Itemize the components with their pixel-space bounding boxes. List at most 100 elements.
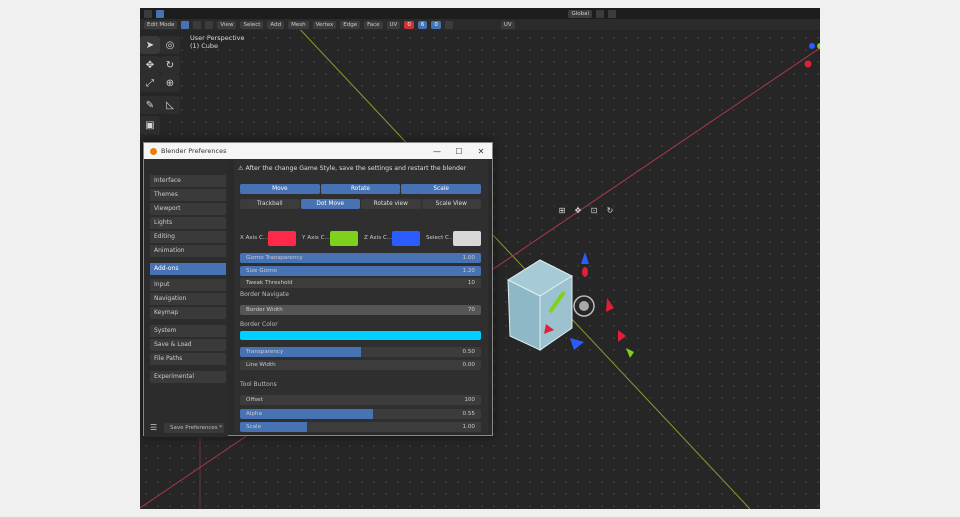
rotate-button[interactable]: Rotate: [320, 184, 401, 194]
navigation-mode-buttons: Trackball Dot Move Rotate view Scale View: [240, 199, 481, 209]
sidebar-item-input[interactable]: Input: [150, 279, 226, 291]
scale-button[interactable]: Scale: [401, 184, 482, 194]
warning-icon: ⚠: [238, 165, 244, 172]
prop-size-gizmo[interactable]: Size Gizmo 1.20: [240, 265, 481, 276]
prop-transparency[interactable]: Transparency 0.50: [240, 347, 481, 357]
measure-tool-icon[interactable]: ◺: [160, 96, 180, 114]
x-axis-color-label: X Axis C...: [240, 235, 269, 241]
viewport-header: Global Edit Mode View Select Add Mesh Ve…: [140, 8, 820, 30]
sidebar-item-animation[interactable]: Animation: [150, 245, 226, 257]
mode-icon[interactable]: [156, 9, 164, 18]
frame-icon[interactable]: ⊡: [588, 204, 600, 216]
menu-icon[interactable]: ☰: [150, 423, 157, 433]
sidebar-item-save-load[interactable]: Save & Load: [150, 339, 226, 351]
sidebar-item-system[interactable]: System: [150, 325, 226, 337]
warning-text: After the change Game Style, save the se…: [245, 165, 467, 172]
select-tool-icon[interactable]: ➤: [140, 36, 160, 54]
edge-select-icon[interactable]: [193, 20, 202, 29]
prop-value: 100: [464, 397, 475, 403]
sidebar-item-file-paths[interactable]: File Paths: [150, 353, 226, 365]
select-color-swatch[interactable]: [453, 231, 481, 246]
orbit-icon[interactable]: ↻: [604, 204, 616, 216]
editor-type-icon[interactable]: [144, 9, 152, 18]
preferences-dialog: Blender Preferences — ☐ ✕ Interface Theme…: [143, 142, 493, 437]
close-icon[interactable]: ✕: [470, 143, 492, 159]
x-axis-color-swatch[interactable]: [268, 231, 296, 246]
rotate-tool-icon[interactable]: ↻: [160, 56, 180, 74]
sidebar-item-lights[interactable]: Lights: [150, 217, 226, 229]
mode-button-scale-view[interactable]: Scale View: [421, 199, 481, 209]
prop-alpha[interactable]: Alpha 0.55: [240, 408, 481, 419]
sidebar-item-interface[interactable]: Interface: [150, 175, 226, 187]
prop-scale[interactable]: Scale 1.00: [240, 422, 481, 432]
orientation-select[interactable]: Global: [568, 9, 592, 18]
prop-label: Size Gizmo: [246, 267, 277, 274]
prop-offset[interactable]: Offset 100: [240, 395, 481, 405]
maximize-icon[interactable]: ☐: [448, 143, 470, 159]
sidebar-item-editing[interactable]: Editing: [150, 231, 226, 243]
mode-button-dot-move[interactable]: Dot Move: [300, 199, 360, 209]
sidebar-item-experimental[interactable]: Experimental: [150, 371, 226, 383]
navigation-gizmo[interactable]: [804, 43, 821, 68]
prop-gizmo-transparency[interactable]: Gizmo Transparency 1.00: [240, 253, 481, 263]
pivot-icon[interactable]: [596, 9, 604, 18]
annotate-tool-icon[interactable]: ✎: [140, 96, 160, 114]
prop-value: 0.00: [462, 362, 475, 368]
mode-select[interactable]: Edit Mode: [144, 20, 178, 29]
menu-uv[interactable]: UV: [386, 20, 401, 29]
warning-message: ⚠ After the change Game Style, save the …: [238, 165, 466, 172]
axis-colors-row: X Axis C... Y Axis C... Z Axis C... Sele…: [240, 231, 481, 247]
cursor-tool-icon[interactable]: ◎: [160, 36, 180, 54]
sidebar-item-navigation[interactable]: Navigation: [150, 293, 226, 305]
sidebar-item-keymap[interactable]: Keymap: [150, 307, 226, 319]
dialog-titlebar[interactable]: Blender Preferences — ☐ ✕: [144, 143, 492, 159]
prop-tweak-threshold[interactable]: Tweak Threshold 10: [240, 278, 481, 288]
zoom-icon[interactable]: ⊞: [556, 204, 568, 216]
menu-vertex[interactable]: Vertex: [312, 20, 337, 29]
extrude-tool-icon[interactable]: ▣: [140, 116, 160, 134]
pan-icon[interactable]: ✥: [572, 204, 584, 216]
mode-button-trackball[interactable]: Trackball: [240, 199, 300, 209]
menu-select[interactable]: Select: [240, 20, 264, 29]
menu-add[interactable]: Add: [267, 20, 285, 29]
options-icon[interactable]: [444, 20, 453, 29]
uv-sync-button[interactable]: UV: [500, 20, 515, 29]
menu-edge[interactable]: Edge: [340, 20, 361, 29]
menu-view[interactable]: View: [217, 20, 237, 29]
vertex-select-icon[interactable]: [181, 20, 190, 29]
y-axis-color-swatch[interactable]: [330, 231, 358, 246]
mode-button-rotate-view[interactable]: Rotate view: [361, 199, 421, 209]
transform-tool-icon[interactable]: ⊕: [160, 74, 180, 92]
menu-mesh[interactable]: Mesh: [288, 20, 309, 29]
prop-label: Line Width: [246, 362, 276, 368]
blender-window: Global Edit Mode View Select Add Mesh Ve…: [140, 8, 820, 509]
border-width-field[interactable]: Border Width 70: [240, 305, 481, 315]
tool-buttons-section-title: Tool Buttons: [240, 381, 277, 388]
prop-line-width[interactable]: Line Width 0.00: [240, 360, 481, 370]
save-preferences-button[interactable]: Save Preferences *: [164, 423, 224, 433]
prop-label: Transparency: [246, 349, 284, 355]
scale-tool-icon[interactable]: ⤢: [140, 74, 160, 92]
border-color-swatch[interactable]: [240, 331, 481, 340]
count-badge-z[interactable]: 0: [431, 20, 441, 29]
z-axis-color-swatch[interactable]: [392, 231, 420, 246]
snap-icon[interactable]: [608, 9, 616, 18]
y-axis-color-label: Y Axis C...: [302, 235, 330, 241]
view-name: User Perspective: [190, 34, 245, 42]
move-button[interactable]: Move: [240, 184, 320, 194]
face-select-icon[interactable]: [205, 20, 214, 29]
cube[interactable]: [506, 259, 574, 351]
sidebar-item-add-ons[interactable]: Add-ons: [150, 263, 226, 275]
count-badge-x[interactable]: 0: [404, 20, 414, 29]
move-tool-icon[interactable]: ✥: [140, 56, 160, 74]
sidebar-item-themes[interactable]: Themes: [150, 189, 226, 201]
menu-face[interactable]: Face: [364, 20, 383, 29]
prop-value: 0.55: [462, 410, 475, 417]
preferences-content: ⚠ After the change Game Style, save the …: [234, 159, 488, 433]
border-color-label: Border Color: [240, 321, 278, 328]
blender-logo-icon: [150, 147, 157, 155]
viewport-gizmo-bar: ⊞ ✥ ⊡ ↻: [556, 204, 616, 216]
sidebar-item-viewport[interactable]: Viewport: [150, 203, 226, 215]
minimize-icon[interactable]: —: [426, 143, 448, 159]
count-badge-y[interactable]: 6: [417, 20, 428, 29]
